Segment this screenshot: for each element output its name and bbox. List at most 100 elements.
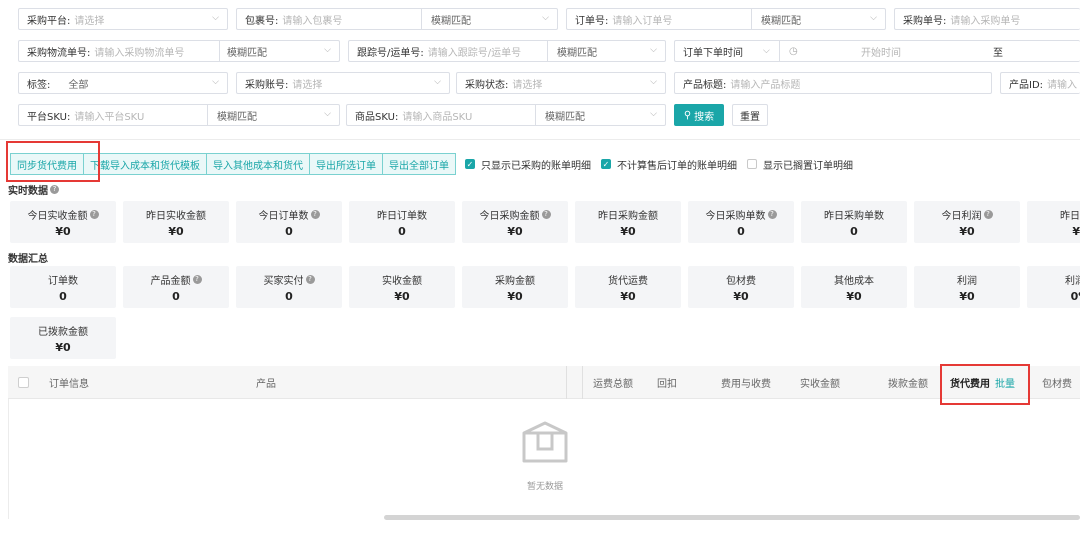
col-freight-total[interactable]: 运费总额 bbox=[593, 366, 633, 399]
start-time-input[interactable]: 开始时间 bbox=[861, 41, 901, 61]
stat-label: 今日采购单数? bbox=[706, 207, 777, 222]
stat-value: ¥0 bbox=[507, 224, 523, 238]
chevron-down-icon: ⌵ bbox=[650, 45, 657, 55]
help-icon: ? bbox=[89, 209, 99, 219]
divider bbox=[751, 9, 752, 29]
export-selected-button[interactable]: 导出所选订单 bbox=[309, 153, 383, 175]
tracking-no-input[interactable]: 请输入跟踪号/运单号 bbox=[428, 44, 521, 59]
section-title-text: 实时数据 bbox=[8, 186, 48, 197]
filter-panel: 采购平台: 请选择 ⌵ 包裹号: 请输入包裹号 模糊匹配 ⌵ 订单号: 请输入订… bbox=[0, 0, 1080, 140]
purchase-status-select[interactable]: 采购状态: 请选择 ⌵ bbox=[456, 72, 666, 94]
column-separator bbox=[582, 366, 583, 399]
product-id-field[interactable]: 产品ID: 请输入 bbox=[1000, 72, 1080, 94]
export-all-button[interactable]: 导出全部订单 bbox=[382, 153, 456, 175]
logistics-no-input[interactable]: 请输入采购物流单号 bbox=[94, 44, 184, 59]
show-shelved-checkbox[interactable]: 显示已搁置订单明细 bbox=[747, 157, 853, 172]
package-no-field[interactable]: 包裹号: 请输入包裹号 模糊匹配 ⌵ bbox=[236, 8, 558, 30]
stat-card: 利润率 0% bbox=[1027, 266, 1080, 308]
order-time-range[interactable]: 订单下单时间 ⌵ ◷ 开始时间 至 bbox=[674, 40, 1080, 62]
chevron-down-icon: ⌵ bbox=[434, 77, 441, 87]
divider bbox=[779, 41, 780, 61]
search-button[interactable]: ⚲ 搜索 bbox=[674, 104, 724, 126]
stat-label-text: 采购金额 bbox=[495, 275, 535, 287]
logistics-no-field[interactable]: 采购物流单号: 请输入采购物流单号 模糊匹配 ⌵ bbox=[18, 40, 340, 62]
goods-sku-field[interactable]: 商品SKU: 请输入商品SKU 模糊匹配 ⌵ bbox=[346, 104, 666, 126]
stat-card: 产品金额? 0 bbox=[123, 266, 229, 308]
order-no-field[interactable]: 订单号: 请输入订单号 模糊匹配 ⌵ bbox=[566, 8, 886, 30]
col-fees[interactable]: 费用与收费 bbox=[721, 366, 771, 399]
chevron-down-icon: ⌵ bbox=[763, 46, 770, 56]
col-received[interactable]: 实收金额 bbox=[800, 366, 840, 399]
import-costs-button[interactable]: 导入其他成本和货代 bbox=[206, 153, 310, 175]
stat-value: ¥0 bbox=[959, 224, 975, 238]
show-purchased-only-checkbox[interactable]: ✓ 只显示已采购的账单明细 bbox=[465, 157, 591, 172]
checkbox-checked-icon: ✓ bbox=[601, 159, 611, 169]
purchase-status-placeholder: 请选择 bbox=[512, 79, 543, 91]
stat-label: 产品金额? bbox=[151, 272, 202, 287]
tracking-no-field[interactable]: 跟踪号/运单号: 请输入跟踪号/运单号 模糊匹配 ⌵ bbox=[348, 40, 666, 62]
help-icon: ? bbox=[983, 209, 993, 219]
col-disbursed[interactable]: 拨款金额 bbox=[888, 366, 928, 399]
stat-value: 0 bbox=[850, 224, 858, 238]
stat-value: 0 bbox=[285, 224, 293, 238]
col-order-info[interactable]: 订单信息 bbox=[49, 366, 89, 399]
purchase-no-input[interactable]: 请输入采购单号 bbox=[950, 12, 1020, 27]
order-no-label: 订单号: bbox=[575, 15, 609, 27]
tracking-no-match-select[interactable]: 模糊匹配 bbox=[557, 41, 597, 61]
stat-label-text: 货代运费 bbox=[608, 275, 648, 287]
reset-button[interactable]: 重置 bbox=[732, 104, 768, 126]
stat-card: 昨日订单数 0 bbox=[349, 201, 455, 243]
order-no-input[interactable]: 请输入订单号 bbox=[612, 12, 672, 27]
stat-label: 今日利润? bbox=[942, 207, 993, 222]
purchase-no-field[interactable]: 采购单号: 请输入采购单号 bbox=[894, 8, 1080, 30]
col-packaging[interactable]: 包材费 bbox=[1042, 366, 1072, 399]
package-no-input[interactable]: 请输入包裹号 bbox=[282, 12, 342, 27]
stat-card: 今日订单数? 0 bbox=[236, 201, 342, 243]
package-no-match-select[interactable]: 模糊匹配 bbox=[431, 9, 471, 29]
stat-label-text: 今日订单数 bbox=[258, 210, 309, 222]
stat-label: 昨日利润 bbox=[1060, 207, 1080, 222]
stat-value: ¥0 bbox=[507, 289, 523, 303]
product-title-input[interactable]: 请输入产品标题 bbox=[730, 76, 800, 91]
divider bbox=[535, 105, 536, 125]
purchase-platform-select[interactable]: 采购平台: 请选择 ⌵ bbox=[18, 8, 228, 30]
platform-sku-input[interactable]: 请输入平台SKU bbox=[74, 108, 144, 123]
divider bbox=[421, 9, 422, 29]
stat-label: 今日订单数? bbox=[259, 207, 320, 222]
col-rebate[interactable]: 回扣 bbox=[657, 366, 677, 399]
stat-label: 今日实收金额? bbox=[28, 207, 99, 222]
goods-sku-match-select[interactable]: 模糊匹配 bbox=[545, 105, 585, 125]
stat-label-text: 今日采购单数 bbox=[705, 210, 766, 222]
summary-stats: 订单数 0 产品金额? 0 买家实付? 0 实收金额 ¥0 采购金额 ¥0 货代运费 ¥0 包材费 ¥0 其… bbox=[10, 266, 1080, 308]
tag-select[interactable]: 标签: 全部 ⌵ bbox=[18, 72, 228, 94]
stat-label-text: 今日利润 bbox=[941, 210, 982, 222]
product-title-field[interactable]: 产品标题: 请输入产品标题 bbox=[674, 72, 992, 94]
stat-label-text: 昨日采购单数 bbox=[824, 210, 884, 222]
select-all-checkbox[interactable] bbox=[18, 377, 29, 388]
platform-sku-field[interactable]: 平台SKU: 请输入平台SKU 模糊匹配 ⌵ bbox=[18, 104, 340, 126]
checkbox-unchecked-icon bbox=[747, 159, 757, 169]
clock-icon: ◷ bbox=[789, 45, 798, 57]
chevron-down-icon: ⌵ bbox=[212, 77, 219, 87]
realtime-stats: 今日实收金额? ¥0 昨日实收金额 ¥0 今日订单数? 0 昨日订单数 0 今日采购金额? ¥0 昨… bbox=[10, 201, 1080, 243]
highlight-box bbox=[6, 141, 100, 182]
order-no-match-select[interactable]: 模糊匹配 bbox=[761, 9, 801, 29]
order-time-label[interactable]: 订单下单时间 bbox=[675, 44, 747, 59]
stat-value: ¥0 bbox=[846, 289, 862, 303]
horizontal-scrollbar[interactable] bbox=[384, 515, 1080, 520]
help-icon: ? bbox=[541, 209, 551, 219]
stat-label-text: 产品金额 bbox=[150, 275, 191, 287]
purchase-account-select[interactable]: 采购账号: 请选择 ⌵ bbox=[236, 72, 450, 94]
product-id-input[interactable]: 请输入 bbox=[1047, 76, 1077, 91]
action-toolbar: 同步货代费用 下载导入成本和货代模板 导入其他成本和货代 导出所选订单 导出全部… bbox=[10, 153, 853, 175]
exclude-aftersale-checkbox[interactable]: ✓ 不计算售后订单的账单明细 bbox=[601, 157, 737, 172]
goods-sku-input[interactable]: 请输入商品SKU bbox=[402, 108, 472, 123]
checkbox-checked-icon: ✓ bbox=[465, 159, 475, 169]
logistics-no-match-select[interactable]: 模糊匹配 bbox=[227, 41, 267, 61]
col-product[interactable]: 产品 bbox=[256, 366, 276, 399]
stat-label: 货代运费 bbox=[608, 272, 648, 287]
stat-value: ¥0 bbox=[394, 289, 410, 303]
platform-sku-match-select[interactable]: 模糊匹配 bbox=[217, 105, 257, 125]
search-button-label: 搜索 bbox=[694, 111, 715, 123]
download-template-button[interactable]: 下载导入成本和货代模板 bbox=[83, 153, 207, 175]
